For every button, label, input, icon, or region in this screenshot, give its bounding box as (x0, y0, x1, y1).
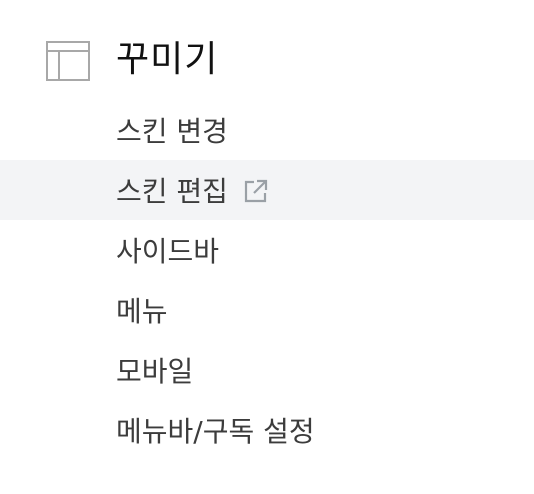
menu-item-label: 스킨 변경 (116, 115, 228, 148)
section-header[interactable]: 꾸미기 (0, 30, 534, 90)
menu-item-label: 사이드바 (116, 235, 220, 268)
menu-item-skin-change[interactable]: 스킨 변경 (0, 100, 534, 160)
menu-item-label: 메뉴 (116, 295, 168, 328)
decorate-section: 꾸미기 스킨 변경 스킨 편집 사이드바 메뉴 모바일 메뉴바/구독 설정 (0, 0, 534, 494)
menu-item-label: 스킨 편집 (116, 175, 228, 208)
section-title: 꾸미기 (116, 39, 219, 80)
menu-item-menu[interactable]: 메뉴 (0, 280, 534, 340)
menu-item-skin-edit[interactable]: 스킨 편집 (0, 160, 534, 220)
decorate-menu: 스킨 변경 스킨 편집 사이드바 메뉴 모바일 메뉴바/구독 설정 (0, 100, 534, 460)
menu-item-label: 모바일 (116, 355, 194, 388)
external-link-icon (244, 179, 268, 203)
menu-item-sidebar[interactable]: 사이드바 (0, 220, 534, 280)
menu-item-mobile[interactable]: 모바일 (0, 340, 534, 400)
menu-item-label: 메뉴바/구독 설정 (116, 415, 315, 448)
layout-icon (46, 41, 90, 81)
menu-item-menubar-subscribe[interactable]: 메뉴바/구독 설정 (0, 400, 534, 460)
